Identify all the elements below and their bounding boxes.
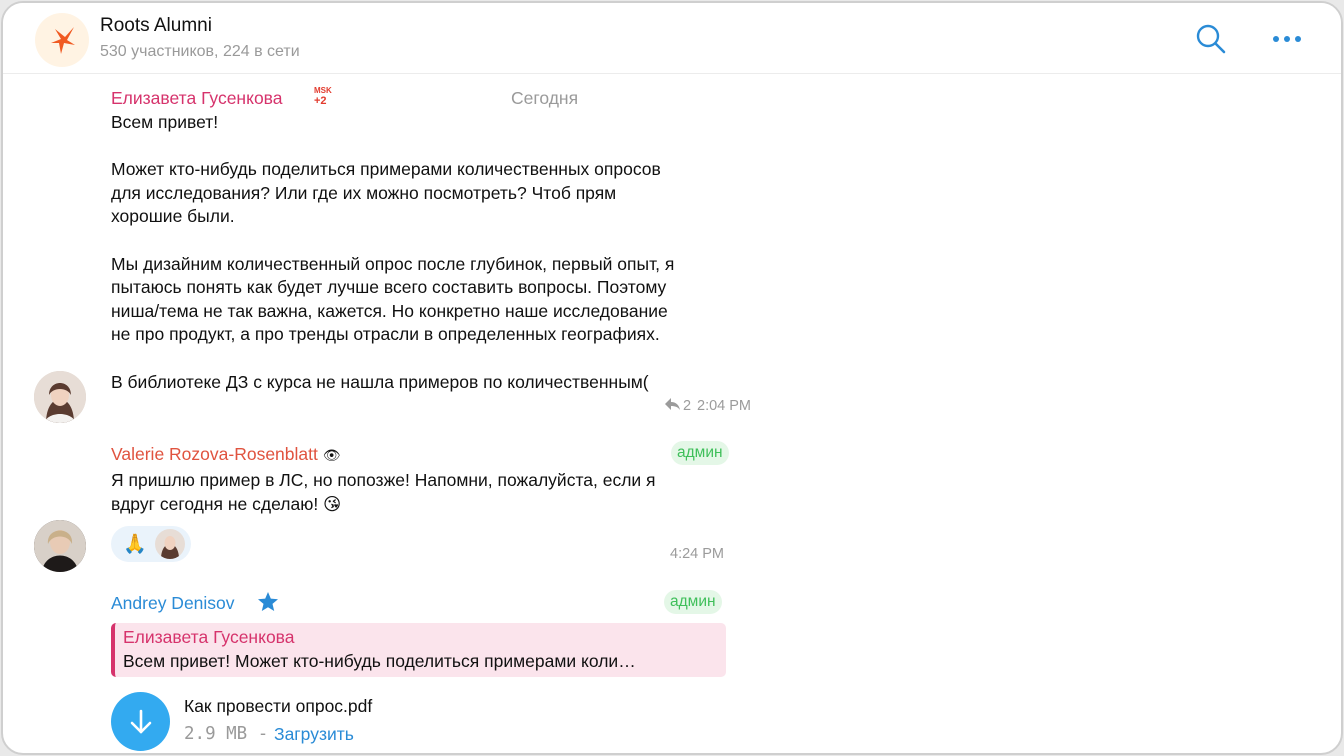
search-icon [1196, 24, 1226, 54]
author-name: Елизавета Гусенкова [111, 88, 283, 108]
reaction-emoji: 🙏 [123, 534, 147, 555]
chat-header: Roots Alumni 530 участников, 224 в сети [3, 3, 1341, 74]
eye-emoji: 👁 [322, 447, 341, 463]
avatar[interactable] [34, 371, 86, 423]
message-author[interactable]: Valerie Rozova-Rosenblatt 👁 [111, 444, 341, 465]
reply-quote[interactable]: Елизавета Гусенкова Всем привет! Может к… [111, 623, 726, 677]
search-button[interactable] [1193, 21, 1229, 57]
message-text: Всем привет! Может кто-нибудь поделиться… [111, 112, 675, 392]
chat-member-count: 530 участников, 224 в сети [100, 43, 300, 60]
admin-badge: админ [671, 441, 729, 465]
chat-avatar[interactable] [35, 13, 89, 67]
reaction-avatar [155, 529, 185, 559]
chat-title: Roots Alumni [100, 15, 212, 36]
message-author[interactable]: Елизавета Гусенкова [111, 88, 283, 109]
avatar-photo [34, 371, 86, 423]
reply-text: Всем привет! Может кто-нибудь поделиться… [123, 651, 636, 671]
telegram-window: Roots Alumni 530 участников, 224 в сети … [1, 1, 1343, 755]
message-time: 2:04 PM [697, 398, 751, 414]
more-button[interactable] [1269, 21, 1305, 57]
date-separator: Сегодня [511, 88, 579, 108]
download-button[interactable] [111, 692, 170, 751]
message-author[interactable]: Andrey Denisov [111, 593, 235, 614]
author-name: Valerie Rozova-Rosenblatt [111, 444, 318, 464]
message-text: Я пришлю пример в ЛС, но попозже! Напомн… [111, 470, 656, 514]
more-icon [1273, 36, 1301, 42]
download-link[interactable]: Загрузить [274, 724, 354, 745]
message-time: 4:24 PM [670, 546, 724, 562]
download-arrow-icon [130, 709, 151, 733]
app-logo-icon [51, 27, 75, 54]
reaction-pill[interactable]: 🙏 [111, 526, 191, 562]
author-name: Andrey Denisov [111, 593, 235, 613]
reply-author: Елизавета Гусенкова [123, 627, 295, 647]
region-tag: MSK +2 [314, 86, 334, 107]
message-list[interactable]: Елизавета Гусенкова MSK +2 Сегодня Всем … [3, 74, 1341, 753]
region-tag-bottom: +2 [314, 95, 327, 107]
file-size: 2.9 MB - [184, 724, 269, 744]
reply-arrow-icon [665, 398, 680, 410]
file-name[interactable]: Как провести опрос.pdf [184, 696, 372, 717]
admin-badge: админ [664, 590, 722, 614]
star-icon [258, 592, 278, 611]
reply-count[interactable]: 2 [683, 398, 691, 414]
avatar-photo [34, 520, 86, 572]
avatar[interactable] [34, 520, 86, 572]
